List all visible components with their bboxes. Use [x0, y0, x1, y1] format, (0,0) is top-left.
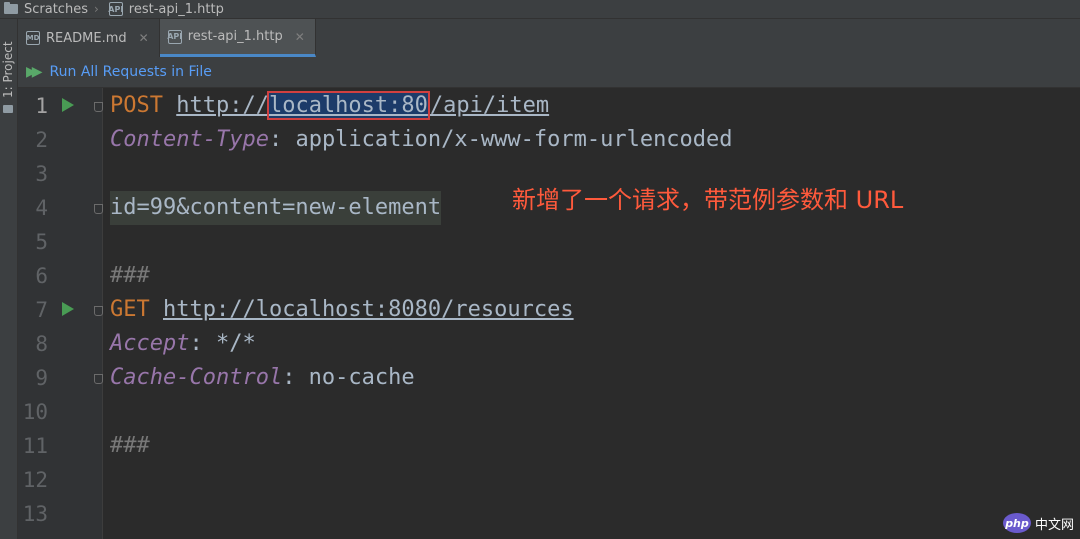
left-tool-strip: 1: Project — [0, 19, 18, 539]
fold-icon[interactable] — [94, 306, 103, 316]
header-value: application/x-www-form-urlencoded — [282, 127, 733, 152]
request-separator: ### — [110, 263, 150, 288]
code-line-11[interactable]: 11 ### — [18, 429, 1080, 463]
header-value: */* — [202, 331, 256, 356]
line-number: 3 — [35, 162, 48, 186]
code-line-13[interactable]: 13 — [18, 497, 1080, 531]
code-line-1[interactable]: 1 POST http://localhost:80/api/item — [18, 89, 1080, 123]
php-logo-icon: php — [1002, 513, 1031, 533]
code-line-7[interactable]: 7 GET http://localhost:8080/resources — [18, 293, 1080, 327]
code-line-8[interactable]: 8 Accept: */* — [18, 327, 1080, 361]
watermark-text: 中文网 — [1034, 517, 1074, 533]
annotation-text: 新增了一个请求，带范例参数和 URL — [512, 186, 904, 214]
line-number: 8 — [35, 332, 48, 356]
run-all-bar: ▶▶ Run All Requests in File — [18, 57, 1080, 88]
tab-label: rest-api_1.http — [187, 29, 283, 44]
tab-label: README.md — [46, 30, 127, 46]
header-colon: : — [268, 127, 283, 152]
url-scheme: http:// — [176, 93, 269, 118]
line-number: 13 — [22, 502, 48, 526]
line-number: 11 — [22, 434, 48, 458]
http-file-icon: API — [108, 2, 123, 16]
fold-icon[interactable] — [94, 204, 103, 214]
code-line-12[interactable]: 12 — [18, 463, 1080, 497]
fold-icon[interactable] — [94, 374, 103, 384]
code-line-9[interactable]: 9 Cache-Control: no-cache — [18, 361, 1080, 395]
chevron-right-icon: › — [93, 2, 99, 16]
line-number: 9 — [35, 366, 48, 390]
http-method: GET — [110, 297, 150, 322]
line-number: 2 — [35, 128, 48, 152]
header-value: no-cache — [295, 365, 415, 390]
close-icon[interactable]: ✕ — [139, 31, 149, 45]
code-line-10[interactable]: 10 — [18, 395, 1080, 429]
header-colon: : — [189, 331, 203, 356]
watermark: php 中文网 — [1002, 513, 1074, 533]
line-number: 5 — [35, 230, 48, 254]
fold-icon[interactable] — [94, 102, 103, 112]
header-name: Content-Type — [110, 127, 269, 152]
code-line-2[interactable]: 2 Content-Type: application/x-www-form-u… — [18, 123, 1080, 157]
run-request-icon[interactable] — [62, 302, 74, 316]
code-line-6[interactable]: 6 ### — [18, 259, 1080, 293]
request-url[interactable]: http://localhost:80/api/item — [176, 91, 550, 120]
breadcrumb: Scratches › API rest-api_1.http — [0, 0, 1080, 19]
run-request-icon[interactable] — [62, 98, 74, 112]
request-url[interactable]: http://localhost:8080/resources — [163, 297, 574, 322]
breadcrumb-file[interactable]: API rest-api_1.http — [105, 2, 224, 17]
breadcrumb-root-label: Scratches — [24, 1, 88, 17]
http-file-icon: API — [167, 29, 182, 44]
selected-text: localhost:80 — [266, 91, 430, 120]
line-number: 10 — [22, 400, 48, 424]
breadcrumb-file-label: rest-api_1.http — [128, 1, 224, 17]
run-all-requests-link[interactable]: Run All Requests in File — [50, 64, 212, 80]
folder-icon — [4, 2, 18, 14]
run-all-icon[interactable]: ▶▶ — [26, 64, 44, 80]
folder-icon — [3, 105, 13, 113]
tab-rest-api[interactable]: API rest-api_1.http ✕ — [159, 19, 316, 57]
url-path: /api/item — [429, 93, 550, 118]
header-colon: : — [282, 365, 296, 390]
editor-tabs: MD README.md ✕ API rest-api_1.http ✕ — [18, 19, 1080, 57]
code-line-5[interactable]: 5 — [18, 225, 1080, 259]
line-number: 12 — [22, 468, 48, 492]
close-icon[interactable]: ✕ — [295, 30, 305, 44]
header-name: Accept — [110, 331, 190, 356]
project-tool-button[interactable]: 1: Project — [1, 38, 15, 98]
markdown-file-icon: MD — [26, 31, 40, 45]
http-method: POST — [110, 93, 163, 118]
line-number: 7 — [35, 298, 48, 322]
line-number: 4 — [35, 196, 48, 220]
line-number: 6 — [35, 264, 48, 288]
tab-readme[interactable]: MD README.md ✕ — [18, 19, 160, 57]
breadcrumb-root[interactable]: Scratches — [0, 2, 88, 17]
request-body: id=99&content=new-element — [110, 191, 442, 225]
line-number: 1 — [35, 94, 48, 118]
header-name: Cache-Control — [110, 365, 283, 390]
request-separator: ### — [110, 433, 150, 458]
